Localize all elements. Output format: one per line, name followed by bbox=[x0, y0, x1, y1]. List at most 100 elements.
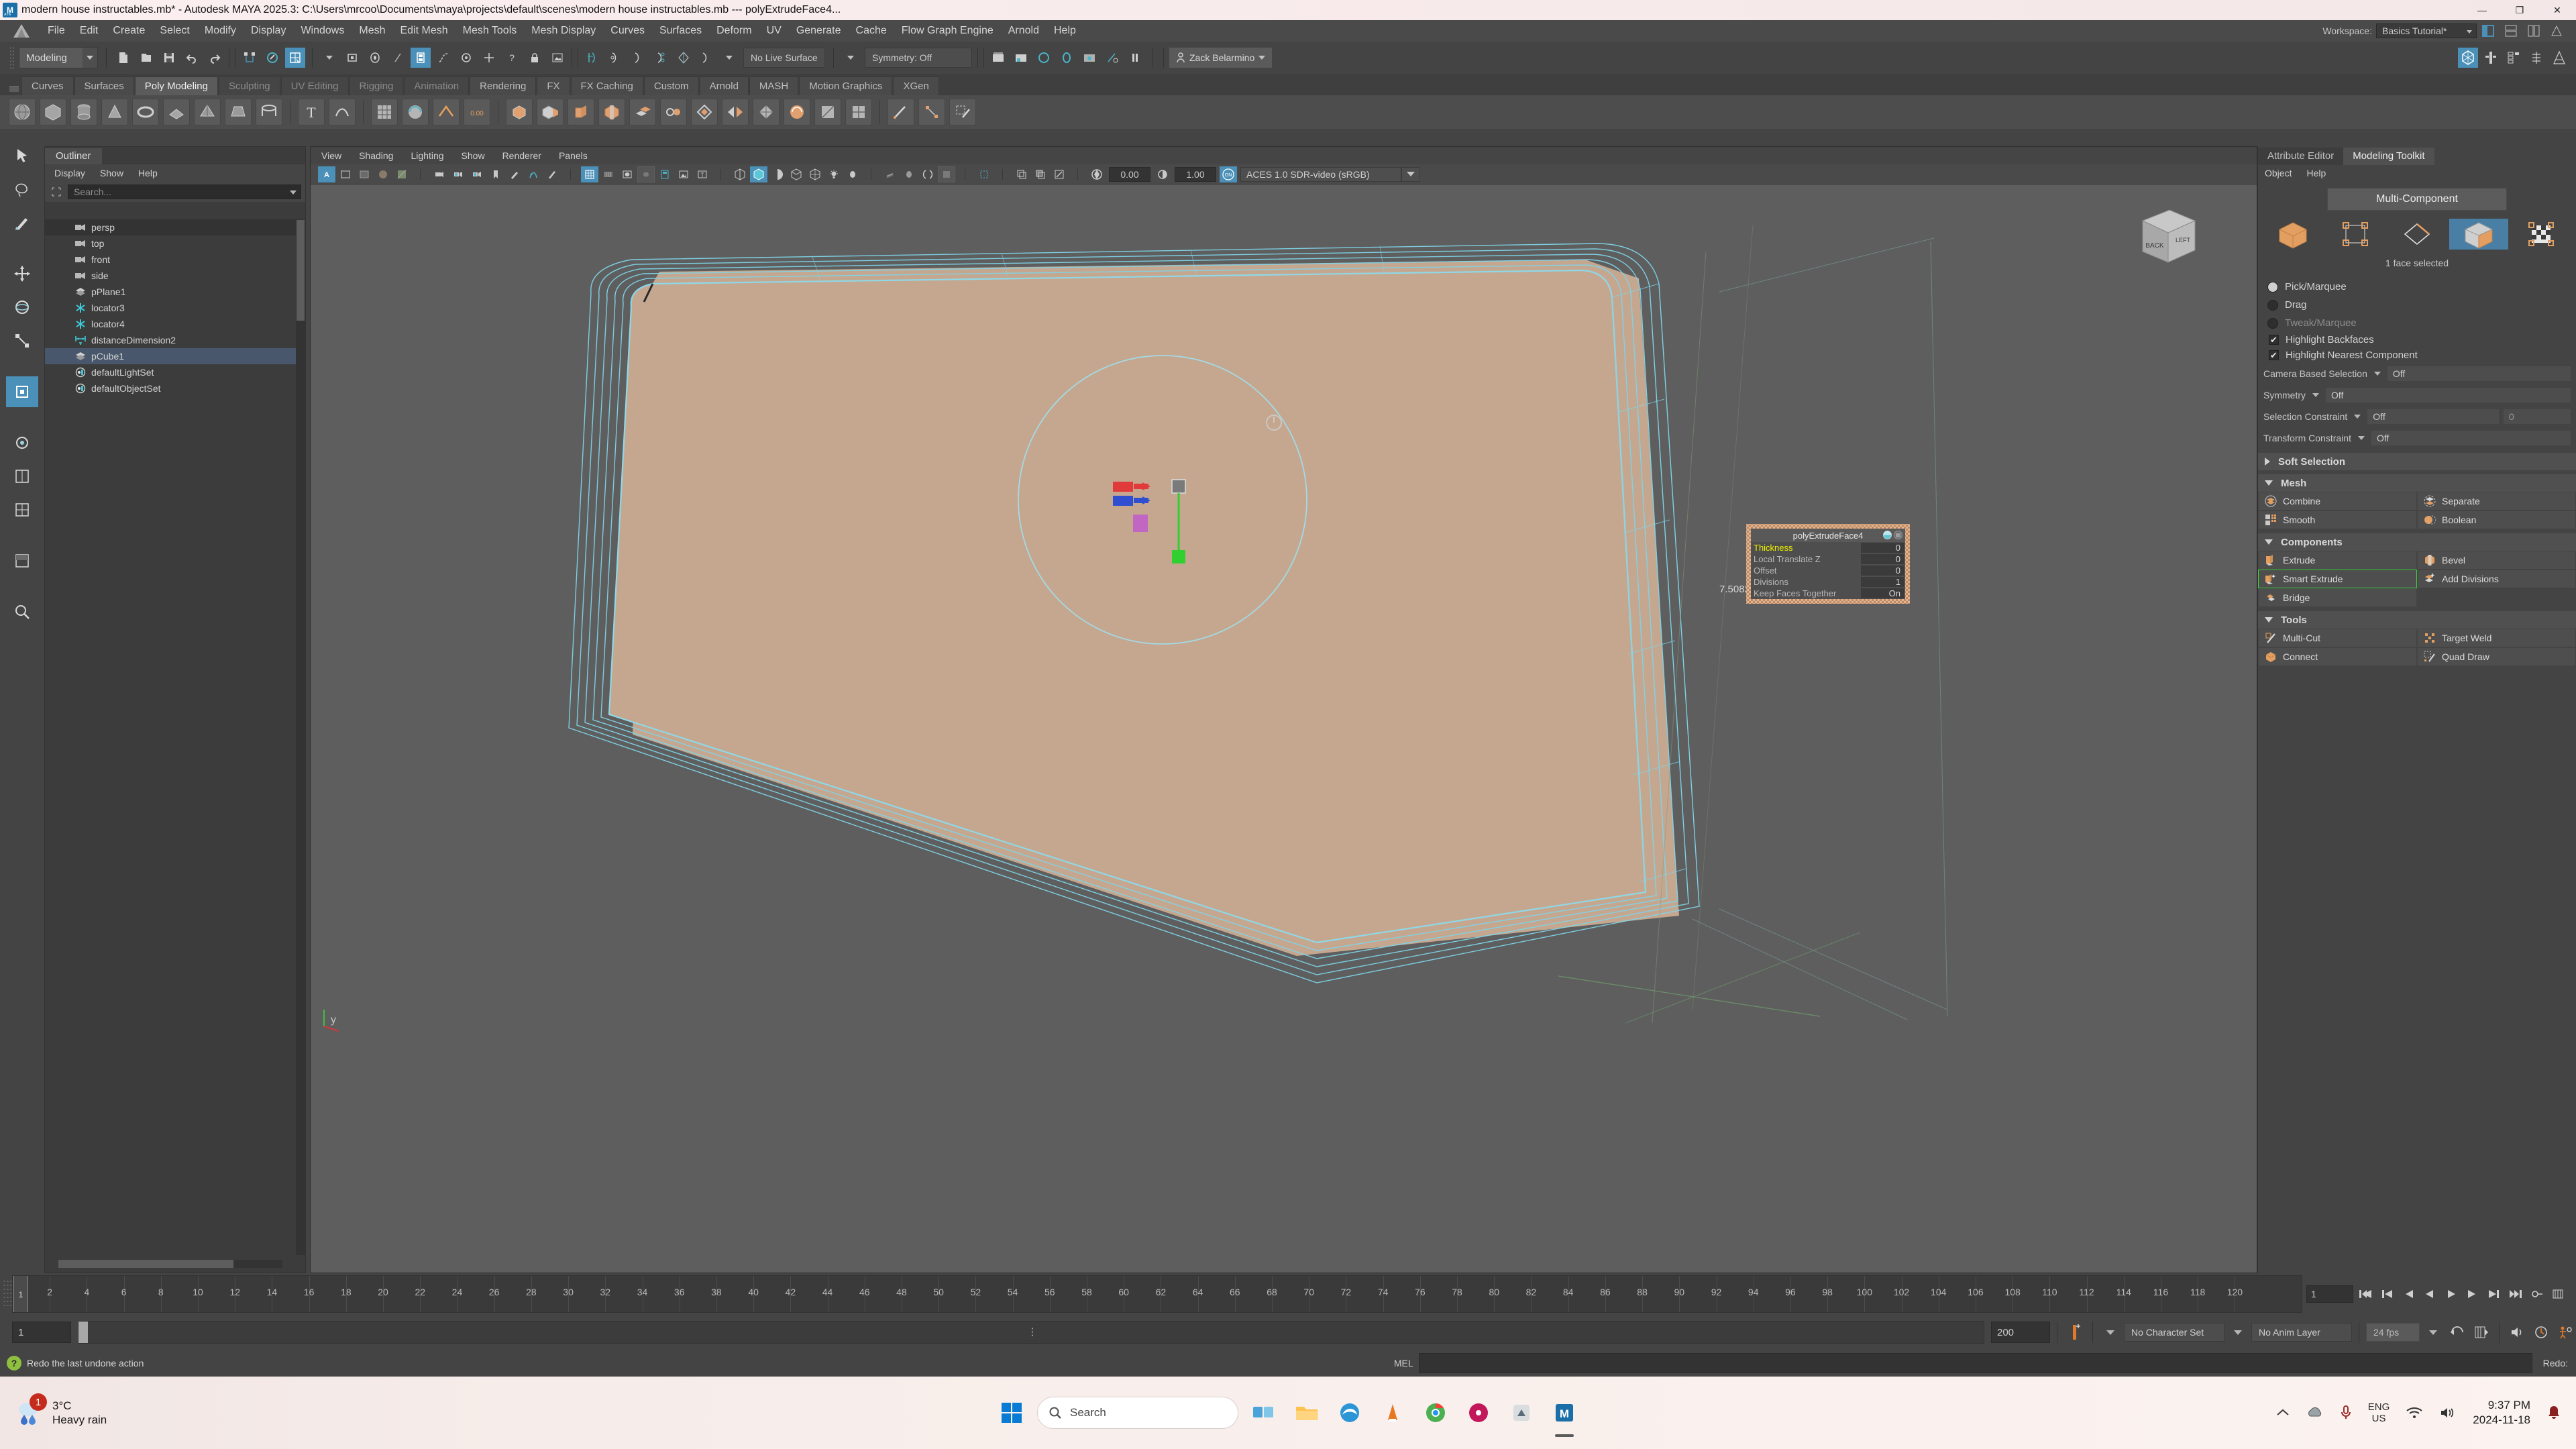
viewport-menu-view[interactable]: View bbox=[321, 150, 341, 161]
workspace-layout-icon-3[interactable] bbox=[2524, 21, 2544, 41]
mel-command-input[interactable] bbox=[1418, 1353, 2532, 1373]
outliner-item-pcube1[interactable]: pCube1 bbox=[45, 348, 305, 364]
scale-tool-icon[interactable] bbox=[6, 325, 38, 356]
notification-bell-icon[interactable] bbox=[2546, 1405, 2561, 1421]
color-management-chevron-down-icon[interactable] bbox=[1401, 166, 1420, 182]
toolkit-button-smart-extrude[interactable]: Smart Extrude bbox=[2258, 570, 2417, 588]
wireframe-on-shaded-icon[interactable] bbox=[806, 166, 824, 182]
shelf-tab-poly-modeling[interactable]: Poly Modeling bbox=[134, 76, 218, 95]
fps-chevron-down-icon[interactable] bbox=[2422, 1322, 2444, 1343]
outliner-filter-icon[interactable] bbox=[49, 185, 64, 199]
layout-persp-icon[interactable] bbox=[6, 545, 38, 576]
bookmark-icon[interactable] bbox=[487, 166, 504, 182]
checkbox-highlight-backfaces[interactable]: ✔ Highlight Backfaces bbox=[2258, 332, 2576, 347]
viewport-menu-show[interactable]: Show bbox=[462, 150, 485, 161]
outliner-menu-display[interactable]: Display bbox=[54, 168, 85, 178]
multi-cut-shelf-icon[interactable] bbox=[888, 99, 914, 125]
snap-help-icon[interactable]: ? bbox=[502, 48, 522, 68]
fps-combo[interactable]: 24 fps bbox=[2366, 1323, 2420, 1342]
overlay-attr-value[interactable]: 1 bbox=[1861, 577, 1904, 587]
deformer-icon[interactable] bbox=[651, 48, 671, 68]
xray-icon[interactable] bbox=[656, 166, 674, 182]
timeline-playhead[interactable]: 1 bbox=[13, 1276, 28, 1312]
anim-layer-combo[interactable]: No Anim Layer bbox=[2251, 1323, 2352, 1342]
chrome-button[interactable] bbox=[1418, 1395, 1453, 1430]
smooth-shade-icon[interactable] bbox=[600, 166, 617, 182]
poly-cube-icon[interactable] bbox=[40, 99, 66, 125]
show-hidden-icons-chevron-up-icon[interactable] bbox=[2275, 1408, 2290, 1417]
menu-item-surfaces[interactable]: Surfaces bbox=[652, 20, 709, 42]
outliner-item-top[interactable]: top bbox=[45, 235, 305, 252]
overlay-attr-value[interactable]: 0 bbox=[1861, 554, 1904, 564]
light-shadow-icon[interactable] bbox=[468, 166, 486, 182]
viewport-3d-canvas[interactable]: y BACK LEFT 7.508204 bbox=[311, 184, 2257, 1273]
outliner-item-side[interactable]: side bbox=[45, 268, 305, 284]
toolkit-button-boolean[interactable]: Boolean bbox=[2417, 511, 2576, 529]
crease-tool-icon[interactable] bbox=[433, 99, 460, 125]
animation-preferences-icon[interactable] bbox=[2549, 1285, 2568, 1303]
microphone-icon[interactable] bbox=[2340, 1405, 2352, 1421]
tab-attribute-editor[interactable]: Attribute Editor bbox=[2258, 148, 2344, 165]
viewport-menu-panels[interactable]: Panels bbox=[559, 150, 588, 161]
step-back-icon[interactable] bbox=[2377, 1285, 2396, 1303]
outliner-toggle-icon[interactable] bbox=[2549, 48, 2569, 68]
gate-mask-icon[interactable] bbox=[337, 166, 354, 182]
shelf-tab-arnold[interactable]: Arnold bbox=[699, 76, 749, 95]
live-surface-field[interactable]: No Live Surface bbox=[743, 48, 825, 68]
vertex-mode-icon[interactable] bbox=[2326, 219, 2385, 250]
poly-plane-icon[interactable] bbox=[163, 99, 190, 125]
overlay-attribute-rows[interactable]: Thickness 0 Local Translate Z 0 Offset 0 Divis… bbox=[1751, 542, 1905, 599]
motion-blur-icon[interactable] bbox=[881, 166, 899, 182]
output-connections-icon[interactable] bbox=[628, 48, 648, 68]
select-camera-icon[interactable]: A bbox=[318, 166, 335, 182]
toolkit-button-target-weld[interactable]: Target Weld bbox=[2417, 629, 2576, 647]
start-button[interactable] bbox=[994, 1395, 1029, 1430]
character-pose-icon[interactable] bbox=[2555, 1322, 2576, 1343]
contrast-icon[interactable] bbox=[1154, 166, 1171, 182]
aa-icon[interactable] bbox=[919, 166, 936, 182]
character-set-combo[interactable]: No Character Set bbox=[2124, 1323, 2224, 1342]
isolate-select-icon[interactable] bbox=[731, 166, 749, 182]
uv-mode-icon[interactable] bbox=[2512, 219, 2571, 250]
caret-icon[interactable] bbox=[319, 48, 339, 68]
snap-grid-icon[interactable] bbox=[411, 48, 431, 68]
overlay-row-divisions[interactable]: Divisions 1 bbox=[1751, 576, 1905, 588]
current-frame-field[interactable]: 1 bbox=[2306, 1285, 2353, 1303]
caret-icon-2[interactable] bbox=[719, 48, 739, 68]
chevron-down-icon[interactable] bbox=[2373, 372, 2381, 376]
select-object-icon[interactable] bbox=[262, 48, 282, 68]
render-settings-icon[interactable] bbox=[1034, 48, 1054, 68]
taskview-button[interactable] bbox=[1246, 1395, 1281, 1430]
dropdown-selection-constraint[interactable]: Selection Constraint Off 0 bbox=[2258, 406, 2576, 427]
shelf-tab-sculpting[interactable]: Sculpting bbox=[218, 76, 280, 95]
viewport-menu-shading[interactable]: Shading bbox=[359, 150, 393, 161]
open-scene-icon[interactable] bbox=[136, 48, 156, 68]
smooth-shade-all-icon[interactable] bbox=[788, 166, 805, 182]
view-cube[interactable]: BACK LEFT bbox=[2129, 201, 2203, 274]
dropdown-value[interactable]: Off bbox=[2387, 366, 2571, 381]
shelf-tab-uv-editing[interactable]: UV Editing bbox=[280, 76, 349, 95]
vlc-button[interactable] bbox=[1375, 1395, 1410, 1430]
overlay-row-offset[interactable]: Offset 0 bbox=[1751, 565, 1905, 576]
menu-item-windows[interactable]: Windows bbox=[293, 20, 352, 42]
workspace-layout-icon-4[interactable] bbox=[2546, 21, 2567, 41]
motion-trail-icon[interactable] bbox=[525, 166, 542, 182]
quad-draw-shelf-icon[interactable] bbox=[949, 99, 976, 125]
dropdown-value[interactable]: Off bbox=[2371, 431, 2571, 445]
range-end-field[interactable]: 200 bbox=[1991, 1322, 2050, 1343]
grease-pencil-icon[interactable] bbox=[506, 166, 523, 182]
poly-prism-icon[interactable] bbox=[225, 99, 252, 125]
close-button[interactable]: ✕ bbox=[2538, 0, 2576, 20]
timeline-grip[interactable] bbox=[3, 1279, 12, 1309]
selection-dropdowns-top[interactable]: Camera Based Selection Off Symmetry Off Sele… bbox=[2258, 363, 2576, 449]
undo-icon[interactable] bbox=[182, 48, 202, 68]
user-account-chip[interactable]: Zack Belarmino bbox=[1169, 48, 1273, 68]
overlay-row-local-translate-z[interactable]: Local Translate Z 0 bbox=[1751, 553, 1905, 565]
shelf-tab-fx[interactable]: FX bbox=[537, 76, 570, 95]
menu-item-edit[interactable]: Edit bbox=[72, 20, 106, 42]
ao-icon[interactable] bbox=[900, 166, 918, 182]
overlay-attr-value[interactable]: 0 bbox=[1861, 543, 1904, 553]
smooth-shelf-icon[interactable] bbox=[784, 99, 810, 125]
radio-pick-marquee[interactable]: Pick/Marquee bbox=[2258, 278, 2576, 296]
minimize-button[interactable]: — bbox=[2463, 0, 2501, 20]
